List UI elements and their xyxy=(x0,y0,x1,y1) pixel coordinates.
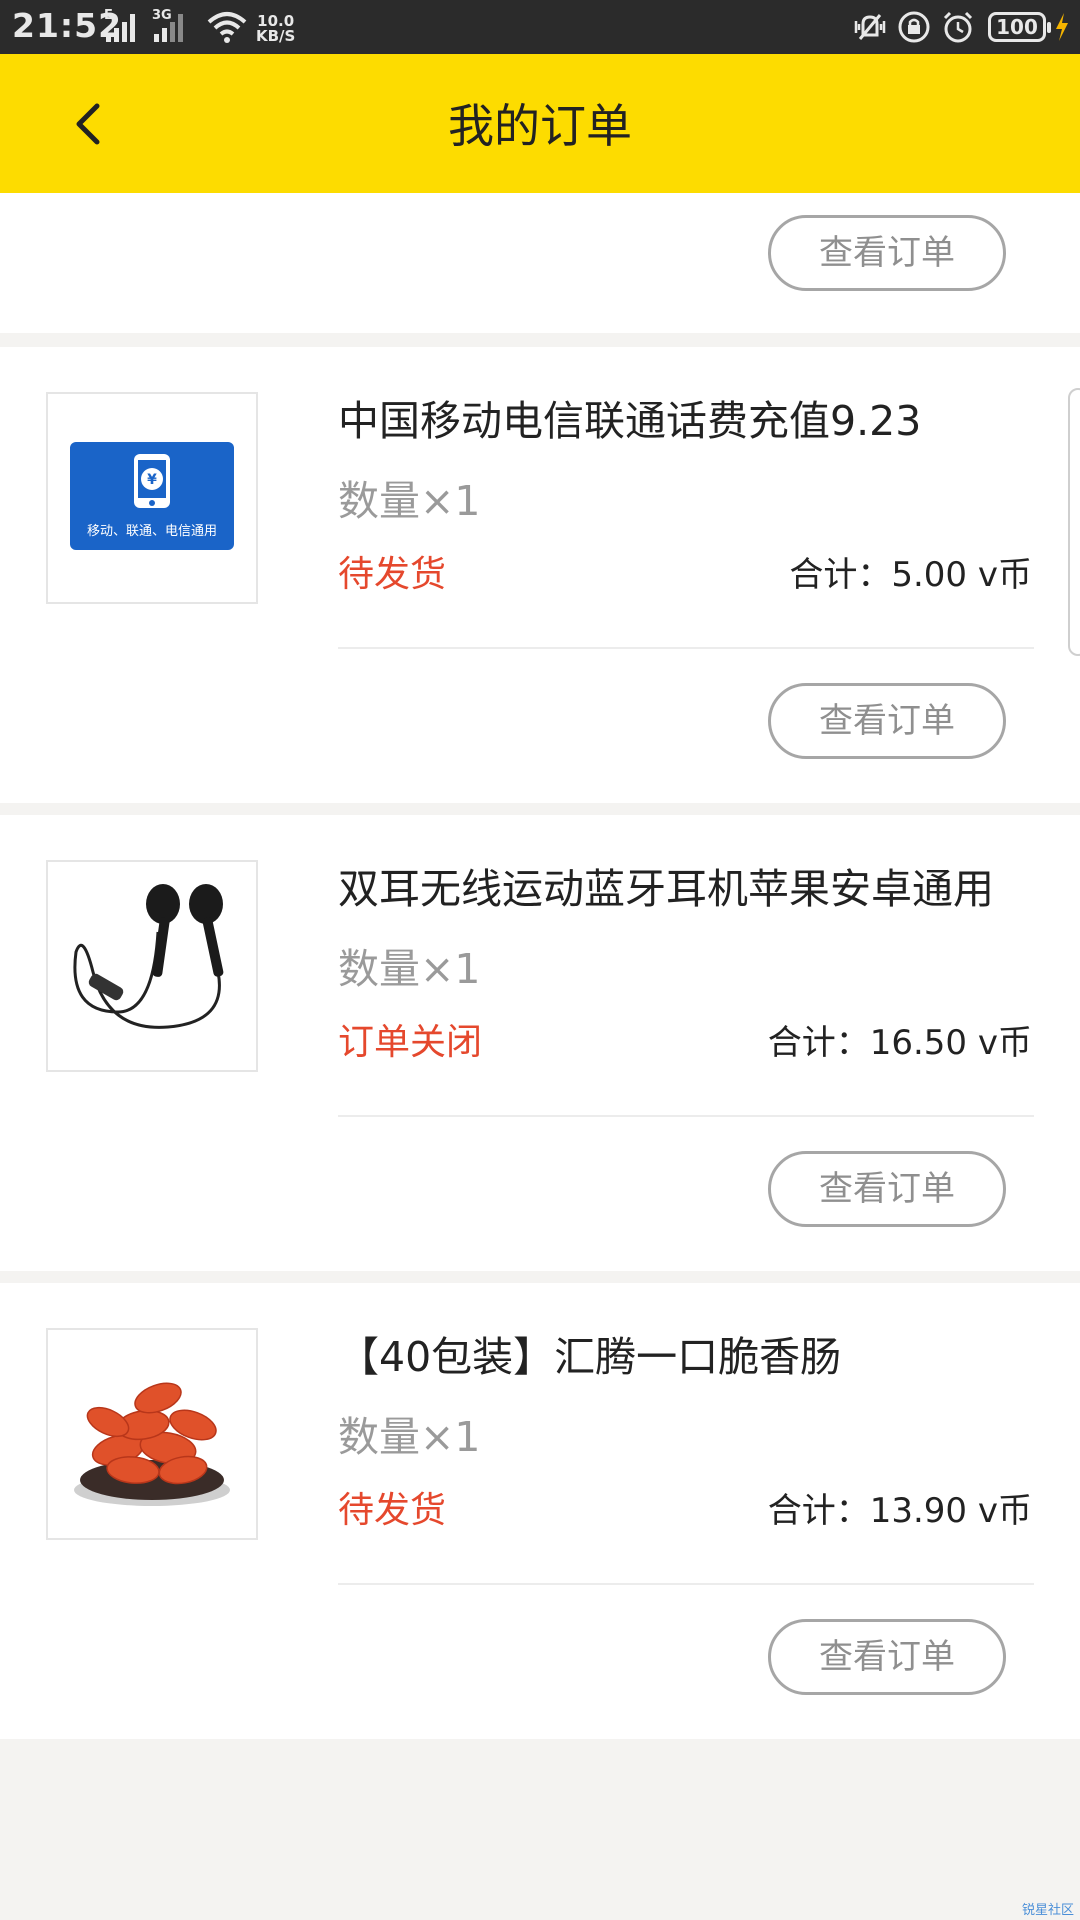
page-title: 我的订单 xyxy=(448,99,632,153)
status-right-icons: 100 xyxy=(844,8,1070,46)
view-order-button[interactable]: 查看订单 xyxy=(768,1151,1006,1227)
order-total: 合计：13.90 v币 xyxy=(767,1491,1032,1531)
product-name: 双耳无线运动蓝牙耳机苹果安卓通用 xyxy=(338,865,994,913)
signal-icon: E xyxy=(104,8,142,44)
order-status: 待发货 xyxy=(338,1490,447,1531)
battery-icon: 100 xyxy=(988,12,1051,42)
order-card: 双耳无线运动蓝牙耳机苹果安卓通用 数量×1 订单关闭 合计：16.50 v币 查… xyxy=(0,815,1080,1271)
order-card: 【40包装】汇腾一口脆香肠 数量×1 待发货 合计：13.90 v币 查看订单 xyxy=(0,1283,1080,1739)
order-status: 待发货 xyxy=(338,554,447,595)
recharge-card-image: ¥ 移动、联通、电信通用 xyxy=(70,442,234,550)
sausage-plate-icon xyxy=(74,1382,230,1506)
product-thumbnail[interactable]: ¥ 移动、联通、电信通用 xyxy=(46,392,258,604)
floating-side-panel[interactable] xyxy=(1068,388,1080,656)
product-quantity: 数量×1 xyxy=(338,1413,481,1461)
network-speed-unit: KB/S xyxy=(256,27,296,45)
recharge-card-caption: 移动、联通、电信通用 xyxy=(86,524,217,539)
order-total: 合计：5.00 v币 xyxy=(789,555,1032,595)
earphones-icon xyxy=(73,884,224,1029)
divider xyxy=(338,647,1034,649)
order-card-partial: 查看订单 xyxy=(0,193,1080,333)
product-name: 中国移动电信联通话费充值9.23 xyxy=(338,397,922,445)
product-name: 【40包装】汇腾一口脆香肠 xyxy=(338,1333,842,1381)
view-order-button[interactable]: 查看订单 xyxy=(768,1619,1006,1695)
alarm-icon xyxy=(943,11,973,43)
divider xyxy=(338,1583,1034,1585)
vibrate-icon xyxy=(854,14,886,40)
charging-icon xyxy=(1056,13,1068,41)
network-type-label-2: 3G xyxy=(152,8,172,23)
status-bar: 21:52 E 3G 10.0 KB/S 100 xyxy=(0,0,1080,54)
order-total: 合计：16.50 v币 xyxy=(767,1023,1032,1063)
view-order-button[interactable]: 查看订单 xyxy=(768,683,1006,759)
watermark: 锐星社区 xyxy=(1021,1903,1074,1918)
divider xyxy=(338,1115,1034,1117)
phone-yuan-icon: ¥ xyxy=(134,454,170,508)
network-type-label: E xyxy=(104,8,113,23)
signal-icon-2: 3G xyxy=(152,8,190,44)
wifi-icon xyxy=(207,12,247,43)
product-thumbnail[interactable] xyxy=(46,1328,258,1540)
title-bar: 我的订单 xyxy=(0,54,1080,193)
view-order-button[interactable]: 查看订单 xyxy=(768,215,1006,291)
product-quantity: 数量×1 xyxy=(338,945,481,993)
product-quantity: 数量×1 xyxy=(338,477,481,525)
network-speed: 10.0 KB/S xyxy=(256,14,295,44)
svg-text:¥: ¥ xyxy=(147,472,157,488)
order-card: ¥ 移动、联通、电信通用 中国移动电信联通话费充值9.23 数量×1 待发货 合… xyxy=(0,347,1080,803)
product-thumbnail[interactable] xyxy=(46,860,258,1072)
order-status: 订单关闭 xyxy=(338,1022,483,1063)
status-left-icons: E 3G 10.0 KB/S xyxy=(104,8,295,44)
rotation-lock-icon xyxy=(898,11,930,43)
